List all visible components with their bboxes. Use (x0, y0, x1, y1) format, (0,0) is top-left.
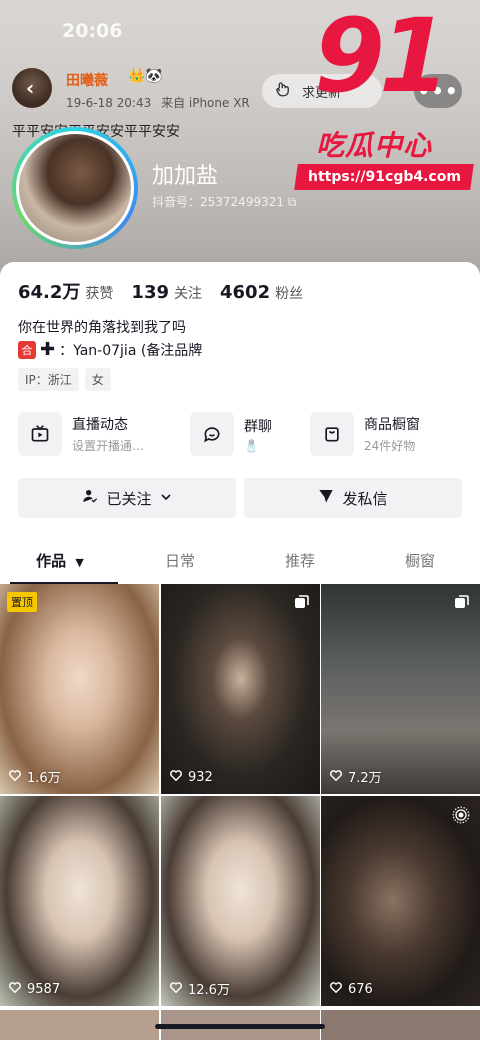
work-item[interactable]: 7.2万 (321, 584, 480, 794)
post-meta: 19-6-18 20:43 来自 iPhone XR (66, 94, 250, 111)
douyin-id[interactable]: 抖音号：25372499321 ⧉ (152, 193, 296, 210)
multi-image-icon (455, 595, 469, 608)
profile-avatar[interactable] (12, 127, 138, 249)
ip-location-tag: IP：浙江 (18, 368, 79, 391)
poster-badges: 👑🐼 (128, 68, 163, 84)
user-check-icon (82, 488, 98, 508)
work-thumbnail (321, 584, 480, 794)
caret-down-icon: ▼ (75, 556, 84, 569)
poster-name[interactable]: 田曦薇 (66, 70, 108, 90)
heart-icon (169, 980, 183, 998)
followed-label: 已关注 (106, 489, 152, 508)
heart-icon (329, 980, 343, 998)
multi-image-icon (295, 595, 309, 608)
work-likes: 932 (169, 768, 213, 786)
home-indicator[interactable] (155, 1024, 325, 1029)
heart-icon (8, 768, 22, 786)
work-thumbnail (321, 796, 480, 1006)
heart-icon (8, 980, 22, 998)
work-item[interactable] (0, 1010, 159, 1040)
copy-icon[interactable]: ⧉ (288, 195, 297, 209)
following-label: 关注 (174, 286, 202, 302)
shortcut-live-title: 直播动态 (72, 417, 128, 433)
bio-line2: 合 ✚ ：Yan-07jia (备注品牌 (18, 339, 202, 360)
work-likes: 1.6万 (8, 767, 61, 786)
work-item[interactable]: 置顶 1.6万 (0, 584, 159, 794)
followers-label: 粉丝 (275, 286, 304, 302)
live-photo-icon (452, 806, 470, 824)
watermark-logo: 91 吃瓜中心 https://91cgb4.com (294, 6, 476, 190)
work-thumbnail (0, 584, 159, 794)
shortcut-shop-title: 商品橱窗 (364, 417, 420, 433)
watermark-chinese: 吃瓜中心 (316, 129, 433, 162)
tab-showcase[interactable]: 橱窗 (360, 542, 480, 584)
gender-tag: 女 (84, 368, 111, 391)
shortcut-shop-sub: 24件好物 (364, 439, 416, 453)
shortcut-group-chat[interactable]: 群聊 🧂 (190, 410, 272, 458)
shortcut-group-chat-sub: 🧂 (244, 438, 259, 453)
plus-icon: ✚ (40, 339, 56, 360)
work-thumbnail (161, 796, 320, 1006)
message-label: 发私信 (342, 489, 388, 508)
shortcut-live[interactable]: 直播动态 设置开播通… (18, 410, 144, 458)
work-likes: 9587 (8, 980, 60, 998)
work-item[interactable]: 12.6万 (161, 796, 320, 1006)
post-source: 来自 iPhone XR (161, 96, 250, 110)
display-name: 加加盐 (152, 164, 219, 189)
hand-icon (274, 80, 292, 102)
watermark-url: https://91cgb4.com (294, 164, 474, 190)
pinned-badge: 置顶 (7, 592, 37, 612)
chevron-down-icon (160, 489, 172, 507)
likes-count[interactable]: 64.2万 (18, 278, 80, 304)
work-likes: 676 (329, 980, 373, 998)
heart-icon (169, 768, 183, 786)
profile-tags: IP：浙江 女 (18, 368, 111, 391)
shortcut-shop[interactable]: 商品橱窗 24件好物 (310, 410, 420, 458)
bio-contact: ：Yan-07jia (备注品牌 (59, 342, 203, 359)
post-date: 19-6-18 20:43 (66, 96, 152, 110)
action-buttons: 已关注 发私信 (18, 478, 462, 518)
work-item[interactable]: 932 (161, 584, 320, 794)
tab-recommend[interactable]: 推荐 (240, 542, 360, 584)
profile-avatar-image (19, 134, 131, 242)
work-item[interactable]: 9587 (0, 796, 159, 1006)
send-icon (318, 488, 334, 508)
post-header: ‹ 田曦薇 👑🐼 19-6-18 20:43 来自 iPhone XR (12, 68, 262, 112)
work-item[interactable]: 676 (321, 796, 480, 1006)
work-likes: 12.6万 (169, 979, 230, 998)
tab-daily[interactable]: 日常 (120, 542, 240, 584)
work-item[interactable] (321, 1010, 480, 1040)
content-tabs: 作品 ▼ 日常 推荐 橱窗 (0, 542, 480, 584)
works-grid: 置顶 1.6万 932 7.2万 9587 12.6万 676 (0, 584, 480, 1040)
bio-line1: 你在世界的角落找到我了吗 (18, 320, 186, 336)
shop-icon (310, 412, 354, 456)
tab-works[interactable]: 作品 ▼ (0, 542, 120, 584)
stats-row: 64.2万 获赞 139 关注 4602 粉丝 (18, 278, 321, 304)
work-thumbnail (0, 796, 159, 1006)
shortcut-live-sub: 设置开播通… (72, 439, 145, 453)
followers-count[interactable]: 4602 (220, 282, 270, 303)
tv-icon (18, 412, 62, 456)
he-badge-icon: 合 (18, 340, 36, 359)
followed-button[interactable]: 已关注 (18, 478, 236, 518)
watermark-number: 91 (314, 0, 450, 116)
chat-icon (190, 412, 234, 456)
work-likes: 7.2万 (329, 767, 382, 786)
status-time: 20:06 (62, 20, 123, 42)
back-icon[interactable]: ‹ (26, 76, 40, 100)
shortcut-group-chat-title: 群聊 (244, 418, 272, 435)
likes-label: 获赞 (85, 286, 114, 302)
shortcuts-row: 直播动态 设置开播通… 群聊 🧂 商品橱窗 24件好物 (18, 410, 464, 458)
following-count[interactable]: 139 (131, 282, 169, 303)
message-button[interactable]: 发私信 (244, 478, 462, 518)
work-thumbnail (161, 584, 320, 794)
heart-icon (329, 768, 343, 786)
